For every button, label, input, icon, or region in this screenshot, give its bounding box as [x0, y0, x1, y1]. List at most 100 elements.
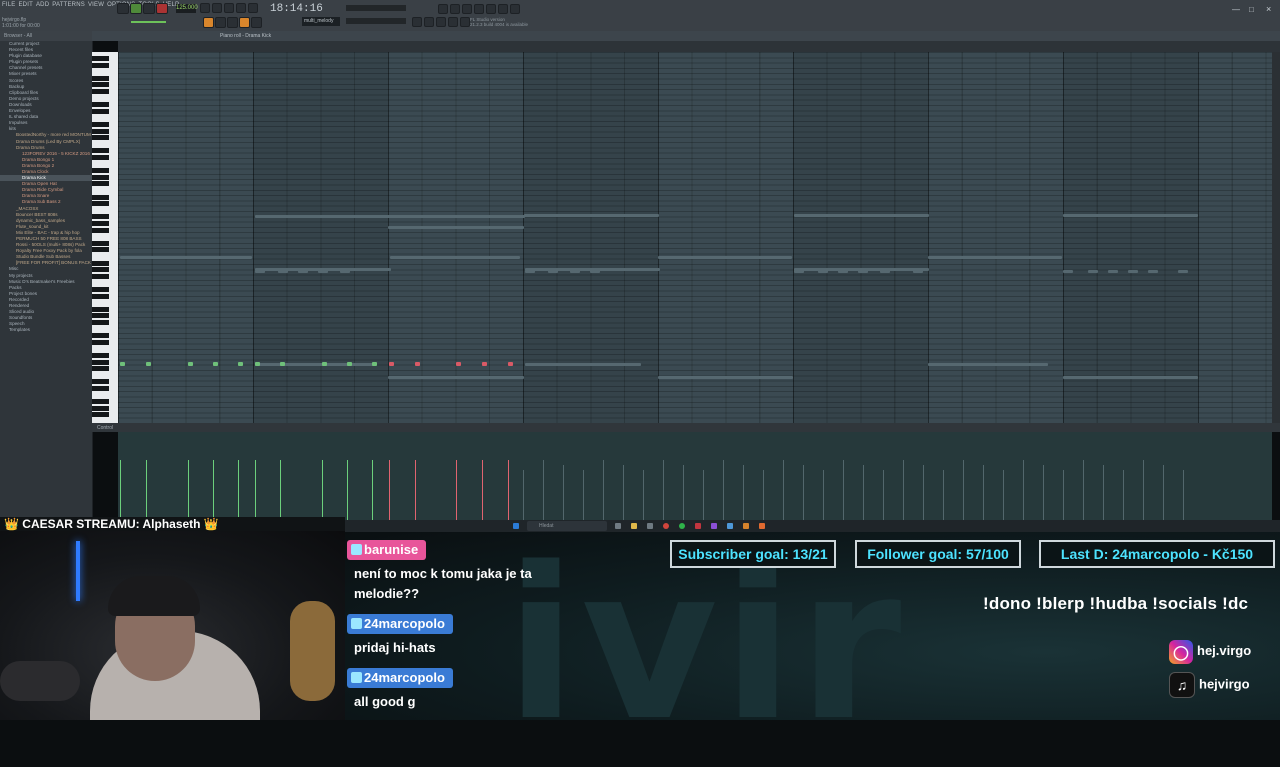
note[interactable]	[570, 270, 580, 273]
kick-note[interactable]	[255, 362, 260, 366]
note[interactable]	[1108, 270, 1118, 273]
velocity-bar[interactable]	[238, 460, 239, 520]
kick-note-selected[interactable]	[482, 362, 487, 366]
black-key[interactable]	[92, 227, 109, 233]
velocity-bar[interactable]	[389, 460, 390, 520]
note[interactable]	[590, 270, 600, 273]
black-key[interactable]	[92, 221, 109, 226]
velocity-bar[interactable]	[623, 465, 624, 520]
black-key[interactable]	[92, 214, 109, 220]
master-volume-slider[interactable]	[131, 21, 166, 23]
note[interactable]	[1063, 376, 1198, 379]
velocity-bar[interactable]	[963, 460, 964, 520]
browser-icon[interactable]	[460, 17, 470, 27]
black-key[interactable]	[92, 201, 109, 207]
note[interactable]	[318, 270, 328, 273]
countdown-icon[interactable]	[224, 3, 234, 13]
velocity-bar[interactable]	[456, 460, 457, 520]
velocity-bar[interactable]	[683, 465, 684, 520]
note[interactable]	[298, 270, 308, 273]
velocity-bar[interactable]	[543, 460, 544, 520]
black-key[interactable]	[92, 353, 109, 358]
note[interactable]	[928, 256, 1062, 259]
black-key[interactable]	[92, 108, 109, 114]
velocity-bar[interactable]	[583, 470, 584, 520]
note[interactable]	[880, 270, 890, 273]
black-key[interactable]	[92, 82, 109, 88]
velocity-bar[interactable]	[482, 460, 483, 520]
kick-note[interactable]	[146, 362, 151, 366]
mixer-icon[interactable]	[448, 17, 458, 27]
black-key[interactable]	[92, 56, 109, 61]
paint-icon[interactable]	[251, 17, 262, 28]
velocity-bar[interactable]	[255, 460, 256, 520]
note[interactable]	[388, 376, 524, 379]
velocity-bar[interactable]	[703, 470, 704, 520]
note[interactable]	[120, 256, 252, 259]
note[interactable]	[658, 256, 792, 259]
black-key[interactable]	[92, 339, 109, 345]
blend-icon[interactable]	[248, 3, 258, 13]
kick-note[interactable]	[120, 362, 125, 366]
velocity-bar[interactable]	[372, 460, 373, 520]
audio-icon[interactable]	[474, 4, 484, 14]
black-key[interactable]	[92, 386, 109, 391]
maximize-icon[interactable]: □	[1249, 5, 1254, 14]
black-key[interactable]	[92, 102, 109, 108]
note[interactable]	[838, 270, 848, 273]
kick-note-selected[interactable]	[456, 362, 461, 366]
loop-record-icon[interactable]	[236, 3, 246, 13]
draw-icon[interactable]	[239, 17, 250, 28]
kick-note[interactable]	[213, 362, 218, 366]
velocity-bar[interactable]	[663, 460, 664, 520]
black-key[interactable]	[92, 306, 109, 312]
note[interactable]	[818, 270, 828, 273]
piano-keyboard[interactable]	[92, 52, 118, 423]
black-key[interactable]	[92, 168, 109, 174]
snap-icon[interactable]	[203, 17, 214, 28]
velocity-bar[interactable]	[603, 460, 604, 520]
black-key[interactable]	[92, 247, 109, 253]
velocity-bar[interactable]	[508, 460, 509, 520]
playlist-icon[interactable]	[412, 17, 422, 27]
close-icon[interactable]: ×	[1266, 4, 1271, 14]
note[interactable]	[913, 270, 923, 273]
record-button[interactable]	[156, 3, 168, 14]
redo-icon[interactable]	[450, 4, 460, 14]
note[interactable]	[340, 270, 350, 273]
midi-icon[interactable]	[486, 4, 496, 14]
menu-patterns[interactable]: PATTERNS	[52, 2, 85, 8]
note[interactable]	[1063, 270, 1073, 273]
wait-icon[interactable]	[212, 3, 222, 13]
kick-note[interactable]	[188, 362, 193, 366]
note[interactable]	[278, 270, 288, 273]
black-key[interactable]	[92, 405, 109, 411]
menu-file[interactable]: FILE	[2, 2, 15, 8]
cpu-icon[interactable]	[498, 4, 508, 14]
menu-edit[interactable]: EDIT	[18, 2, 32, 8]
velocity-lane[interactable]	[118, 432, 1272, 520]
kick-note-selected[interactable]	[508, 362, 513, 366]
velocity-bar[interactable]	[643, 470, 644, 520]
black-key[interactable]	[92, 399, 109, 405]
velocity-bar[interactable]	[943, 470, 944, 520]
black-key[interactable]	[92, 267, 109, 273]
velocity-bar[interactable]	[213, 460, 214, 520]
velocity-bar[interactable]	[1123, 470, 1124, 520]
velocity-bar[interactable]	[347, 460, 348, 520]
kick-note[interactable]	[347, 362, 352, 366]
note[interactable]	[858, 270, 868, 273]
kick-note[interactable]	[322, 362, 327, 366]
velocity-bar[interactable]	[1183, 470, 1184, 520]
mic-icon[interactable]	[462, 4, 472, 14]
velocity-bar[interactable]	[883, 470, 884, 520]
velocity-bar[interactable]	[1023, 460, 1024, 520]
note[interactable]	[255, 363, 375, 366]
note[interactable]	[794, 214, 929, 217]
velocity-bar[interactable]	[1083, 460, 1084, 520]
tempo-display[interactable]: 125.000	[176, 4, 198, 13]
velocity-bar[interactable]	[1143, 460, 1144, 520]
velocity-bar[interactable]	[803, 465, 804, 520]
note[interactable]	[1148, 270, 1158, 273]
kick-note[interactable]	[238, 362, 243, 366]
